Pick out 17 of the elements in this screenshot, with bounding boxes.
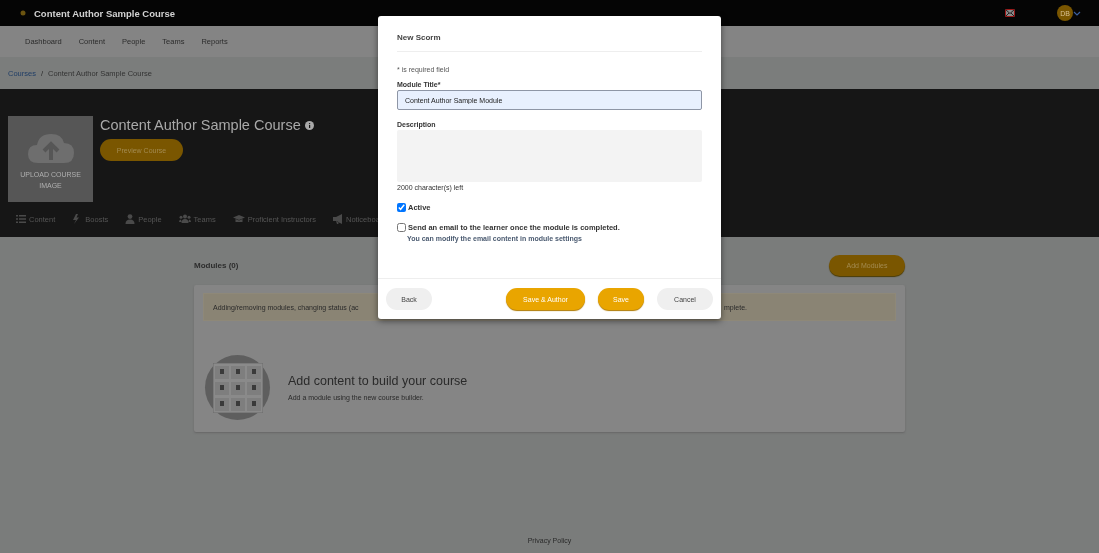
- checkbox[interactable]: [397, 223, 406, 232]
- dialog-title: New Scorm: [397, 16, 702, 52]
- mail-icon: [1005, 9, 1015, 17]
- modules-heading: Modules (0): [194, 261, 239, 270]
- person-icon: [125, 214, 136, 224]
- course-heading: Content Author Sample Course: [100, 116, 301, 134]
- info-icon: [304, 120, 314, 130]
- module-grid-drawing: [212, 362, 263, 413]
- logo-icon: [20, 10, 26, 16]
- cap-icon: [232, 214, 245, 224]
- group-icon: [178, 214, 191, 224]
- megaphone-icon: [333, 214, 344, 224]
- chevron-down-icon: [1073, 10, 1081, 16]
- empty-state-title: Add content to build your course: [288, 374, 468, 388]
- checkbox[interactable]: [397, 203, 406, 212]
- course-title: Content Author Sample Course: [34, 7, 177, 19]
- list-icon: [16, 214, 26, 224]
